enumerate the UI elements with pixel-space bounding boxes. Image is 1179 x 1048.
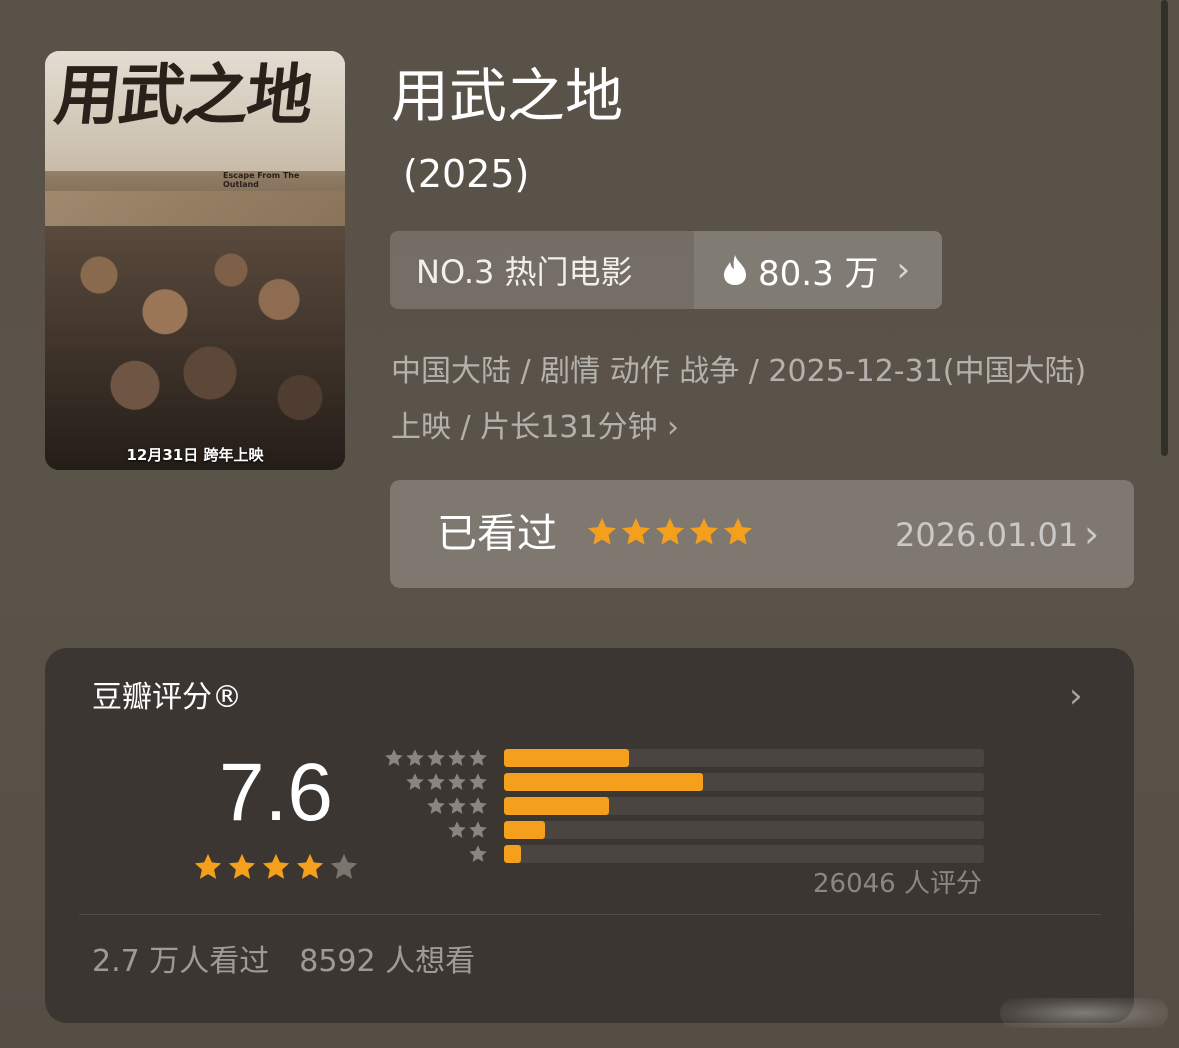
chevron-right-icon[interactable]: ›	[1069, 676, 1083, 716]
distribution-row	[383, 796, 985, 816]
star-icon	[330, 853, 358, 879]
distribution-track	[504, 845, 984, 863]
rank-pill[interactable]: NO.3 热门电影 80.3 万 ›	[390, 231, 942, 309]
chevron-right-icon: ›	[667, 410, 679, 445]
poster-title-art: 用武之地	[50, 56, 316, 134]
rating-card[interactable]: 豆瓣评分® › 7.6 26046 人评分 2.7 万人看过 8592 人想看	[45, 648, 1134, 1023]
distribution-row	[383, 820, 985, 840]
watched-stars	[586, 516, 754, 548]
star-icon	[656, 518, 684, 545]
star-icon	[469, 821, 487, 838]
watched-label: 已看过	[437, 511, 557, 557]
movie-year: (2025)	[403, 152, 530, 196]
movie-meta-text: 中国大陆 / 剧情 动作 战争 / 2025-12-31(中国大陆) 上映 / …	[391, 354, 1087, 445]
divider	[79, 914, 1101, 915]
distribution-bar	[504, 749, 629, 767]
star-icon	[469, 773, 487, 790]
want-count: 8592 人想看	[299, 944, 476, 979]
star-icon	[588, 518, 616, 545]
star-icon	[228, 853, 256, 879]
distribution-stars	[384, 748, 488, 768]
distribution-track	[504, 821, 984, 839]
star-icon	[448, 749, 466, 766]
poster-subtitle-art: Escape From The Outland	[223, 171, 300, 189]
movie-title: 用武之地	[391, 62, 624, 130]
distribution-track	[504, 797, 984, 815]
distribution-row	[383, 772, 985, 792]
poster-crowd-art	[45, 226, 345, 470]
star-icon	[385, 749, 403, 766]
watched-date: 2026.01.01	[895, 516, 1079, 554]
chevron-right-icon: ›	[1084, 512, 1100, 556]
star-icon	[469, 749, 487, 766]
rating-score: 7.6	[219, 747, 333, 838]
distribution-bar	[504, 797, 609, 815]
distribution-row	[383, 844, 985, 864]
movie-poster[interactable]: 用武之地 Escape From The Outland 12月31日 跨年上映	[45, 51, 345, 470]
movie-meta[interactable]: 中国大陆 / 剧情 动作 战争 / 2025-12-31(中国大陆) 上映 / …	[391, 344, 1111, 456]
star-icon	[448, 821, 466, 838]
star-icon	[448, 797, 466, 814]
star-icon	[296, 853, 324, 879]
distribution-stars	[426, 796, 488, 816]
star-icon	[194, 853, 222, 879]
distribution-bar	[504, 845, 521, 863]
rating-total: 26046 人评分	[813, 869, 982, 899]
distribution-bar	[504, 821, 545, 839]
distribution-bar	[504, 773, 704, 791]
heat-value: 80.3 万	[758, 253, 879, 294]
distribution-stars	[468, 844, 488, 864]
rating-heading: 豆瓣评分®	[92, 680, 242, 715]
star-icon	[724, 518, 752, 545]
scrollbar[interactable]	[1161, 0, 1168, 456]
watched-count: 2.7 万人看过	[92, 944, 270, 979]
star-icon	[427, 797, 445, 814]
distribution-track	[504, 773, 984, 791]
star-icon	[469, 797, 487, 814]
audience-stats: 2.7 万人看过 8592 人想看	[92, 942, 475, 982]
fire-icon	[722, 254, 748, 286]
watermark	[1000, 998, 1168, 1028]
distribution-row	[383, 748, 985, 768]
distribution-track	[504, 749, 984, 767]
star-icon	[448, 773, 466, 790]
star-icon	[406, 773, 424, 790]
score-stars	[193, 852, 359, 882]
star-icon	[690, 518, 718, 545]
star-icon	[406, 749, 424, 766]
heat-button[interactable]: 80.3 万 ›	[694, 231, 942, 309]
star-icon	[469, 845, 487, 862]
star-icon	[427, 749, 445, 766]
star-icon	[622, 518, 650, 545]
poster-release-note: 12月31日 跨年上映	[126, 446, 264, 464]
star-icon	[262, 853, 290, 879]
chevron-right-icon: ›	[896, 250, 911, 290]
distribution-stars	[405, 772, 488, 792]
rank-label[interactable]: NO.3 热门电影	[390, 231, 694, 309]
watched-card[interactable]: 已看过 2026.01.01 ›	[390, 480, 1134, 588]
distribution-stars	[447, 820, 488, 840]
star-icon	[427, 773, 445, 790]
